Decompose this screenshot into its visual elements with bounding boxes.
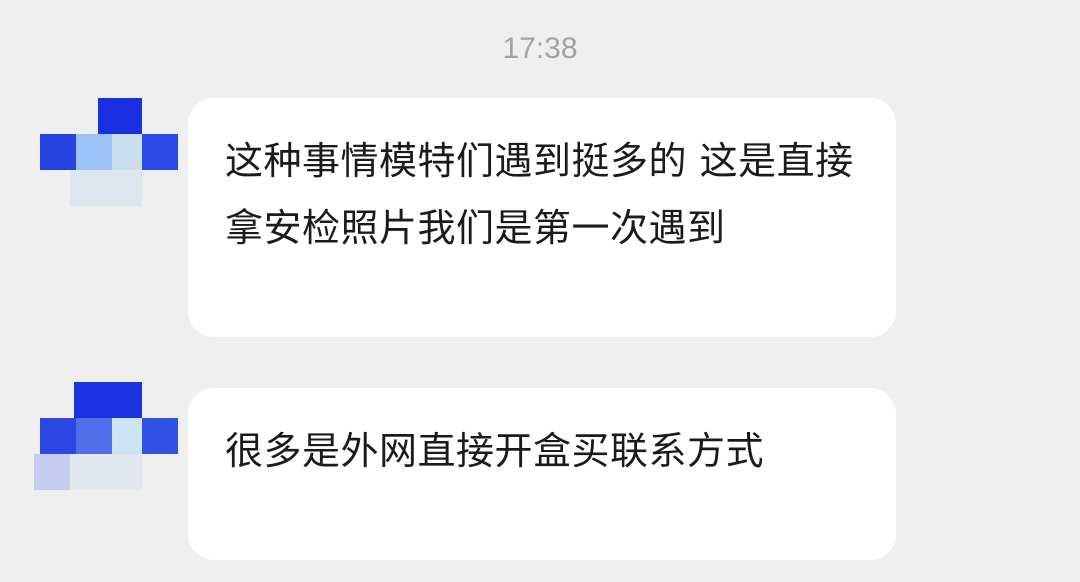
message-timestamp: 17:38 bbox=[502, 32, 578, 65]
avatar[interactable] bbox=[34, 98, 178, 206]
message-text: 很多是外网直接开盒买联系方式 bbox=[225, 429, 765, 473]
message-text: 这种事情模特们遇到挺多的 这是直接拿安检照片我们是第一次遇到 bbox=[225, 139, 854, 250]
message-bubble[interactable]: 这种事情模特们遇到挺多的 这是直接拿安检照片我们是第一次遇到 bbox=[188, 98, 896, 337]
message-bubble[interactable]: 很多是外网直接开盒买联系方式 bbox=[188, 388, 896, 560]
avatar[interactable] bbox=[34, 382, 178, 490]
